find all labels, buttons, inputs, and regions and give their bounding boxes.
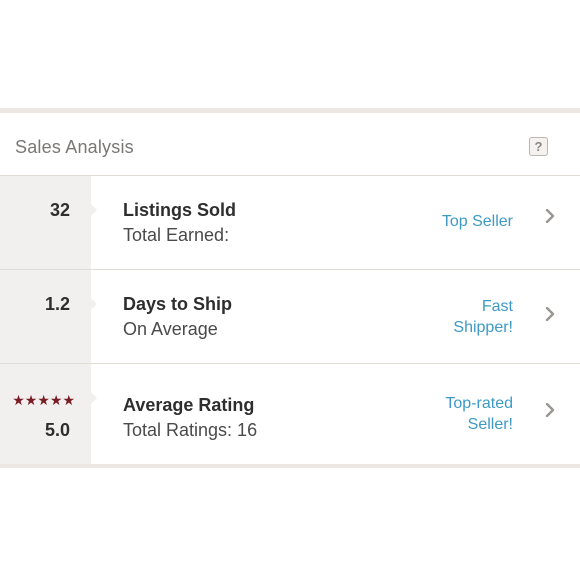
days-to-ship-title: Days to Ship	[123, 294, 233, 314]
star-rating-icon: ★★★★★	[12, 392, 75, 408]
badge-line: Seller!	[467, 416, 513, 433]
fast-shipper-badge[interactable]: Fast Shipper!	[453, 296, 513, 338]
days-to-ship-value: 1.2	[44, 294, 70, 314]
badge-line: Shipper!	[453, 319, 513, 336]
average-rating-value: 5.0	[44, 420, 70, 440]
help-icon[interactable]: ?	[529, 137, 548, 156]
average-rating-title: Average Rating	[123, 395, 255, 415]
card-header: Sales Analysis ?	[0, 113, 580, 176]
stat-column: ★★★★★ 5.0	[0, 364, 97, 464]
card-title: Sales Analysis	[15, 137, 134, 157]
redacted-amount	[240, 212, 312, 240]
chevron-right-icon[interactable]	[543, 403, 557, 417]
listings-sold-title: Listings Sold	[123, 200, 237, 220]
top-rated-seller-badge[interactable]: Top-rated Seller!	[445, 393, 513, 435]
listings-sold-count: 32	[49, 200, 70, 220]
listings-sold-row[interactable]: 32 Listings Sold Total Earned: Top Selle…	[0, 176, 580, 270]
days-to-ship-row[interactable]: 1.2 Days to Ship On Average Fast Shipper…	[0, 270, 580, 364]
on-average-label: On Average	[123, 319, 218, 339]
total-ratings-label: Total Ratings: 16	[123, 420, 258, 440]
top-seller-badge[interactable]: Top Seller	[442, 211, 513, 232]
chevron-right-icon[interactable]	[543, 209, 557, 223]
average-rating-row[interactable]: ★★★★★ 5.0 Average Rating Total Ratings: …	[0, 364, 580, 464]
stat-column: 32	[0, 176, 97, 269]
badge-line: Fast	[481, 298, 513, 315]
stat-column: 1.2	[0, 270, 97, 363]
total-earned-label: Total Earned:	[123, 225, 230, 245]
badge-line: Top-rated	[445, 395, 513, 412]
chevron-right-icon[interactable]	[543, 307, 557, 321]
sales-analysis-card: Sales Analysis ? 32 Listings Sold Total …	[0, 108, 580, 468]
